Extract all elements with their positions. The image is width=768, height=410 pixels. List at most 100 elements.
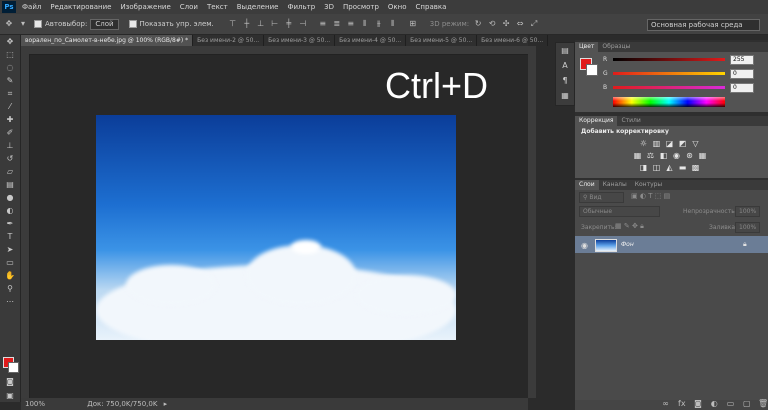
history-panel-icon[interactable]: ▤ bbox=[556, 43, 574, 58]
tab-channels[interactable]: Каналы bbox=[599, 180, 631, 190]
paragraph-panel-icon[interactable]: ¶ bbox=[556, 73, 574, 88]
path-select-tool-icon[interactable]: ➤ bbox=[0, 243, 20, 256]
align-middle-icon[interactable]: ┼ bbox=[242, 20, 252, 28]
vertical-scrollbar[interactable] bbox=[528, 46, 536, 398]
layer-style-icon[interactable]: fx bbox=[677, 400, 687, 408]
blend-mode-select[interactable]: Обычные bbox=[579, 206, 660, 217]
tab-document-3[interactable]: Без имени-3 @ 50... bbox=[264, 35, 336, 46]
menu-3d[interactable]: 3D bbox=[324, 3, 334, 11]
filter-shape-icon[interactable]: ⬚ bbox=[655, 192, 662, 200]
posterize-icon[interactable]: ◫ bbox=[652, 164, 661, 172]
color-spectrum-ramp[interactable] bbox=[613, 97, 725, 107]
3d-pan-icon[interactable]: ✣ bbox=[501, 20, 511, 28]
tab-document-4[interactable]: Без имени-4 @ 50... bbox=[335, 35, 407, 46]
auto-align-icon[interactable]: ⊞ bbox=[408, 20, 418, 28]
menu-window[interactable]: Окно bbox=[388, 3, 407, 11]
tab-adjustments[interactable]: Коррекция bbox=[575, 116, 618, 126]
trash-icon[interactable]: 🗑︎ bbox=[758, 400, 768, 408]
history-brush-tool-icon[interactable]: ↺ bbox=[0, 152, 20, 165]
tab-document-6[interactable]: Без имени-6 @ 50... bbox=[477, 35, 549, 46]
shape-tool-icon[interactable]: ▭ bbox=[0, 256, 20, 269]
channel-b-slider[interactable] bbox=[613, 86, 725, 89]
photo-filter-icon[interactable]: ◉ bbox=[672, 152, 681, 160]
filter-adjust-icon[interactable]: ◐ bbox=[640, 192, 646, 200]
curves-icon[interactable]: ◪ bbox=[665, 140, 674, 148]
channel-b-value[interactable]: 0 bbox=[730, 83, 754, 93]
menu-type[interactable]: Текст bbox=[207, 3, 228, 11]
tab-document-2[interactable]: Без имени-2 @ 50... bbox=[193, 35, 265, 46]
align-center-icon[interactable]: ╪ bbox=[284, 20, 294, 28]
workspace-select[interactable]: Основная рабочая среда bbox=[647, 19, 760, 31]
menu-layers[interactable]: Слои bbox=[180, 3, 198, 11]
properties-panel-icon[interactable]: ▦ bbox=[556, 88, 574, 103]
channel-r-slider[interactable] bbox=[613, 58, 725, 61]
distribute-top-icon[interactable]: ≡ bbox=[318, 20, 328, 28]
new-group-icon[interactable]: ▭ bbox=[726, 400, 736, 408]
color-bg-swatch[interactable] bbox=[586, 64, 598, 76]
align-bottom-icon[interactable]: ⊥ bbox=[256, 20, 266, 28]
3d-roll-icon[interactable]: ⟲ bbox=[487, 20, 497, 28]
eyedropper-tool-icon[interactable]: ⁄ bbox=[0, 100, 20, 113]
new-layer-icon[interactable]: ▢ bbox=[742, 400, 752, 408]
lock-all-icon[interactable]: 🔒︎ bbox=[640, 222, 644, 230]
levels-icon[interactable]: ▥ bbox=[652, 140, 661, 148]
filter-type-icon[interactable]: T bbox=[648, 192, 652, 200]
quick-select-tool-icon[interactable]: ✎ bbox=[0, 74, 20, 87]
distribute-center-icon[interactable]: ⫵ bbox=[374, 20, 384, 28]
stamp-tool-icon[interactable]: ⊥ bbox=[0, 139, 20, 152]
show-controls-checkbox[interactable] bbox=[128, 20, 137, 28]
tab-swatches[interactable]: Образцы bbox=[598, 42, 634, 52]
channel-mixer-icon[interactable]: ⊛ bbox=[685, 152, 694, 160]
filter-pixel-icon[interactable]: ▣ bbox=[631, 192, 638, 200]
black-white-icon[interactable]: ◧ bbox=[659, 152, 668, 160]
layer-name[interactable]: Фон bbox=[621, 241, 634, 248]
move-tool-icon[interactable]: ✥ bbox=[0, 35, 20, 48]
color-balance-icon[interactable]: ⚖ bbox=[646, 152, 655, 160]
character-panel-icon[interactable]: A bbox=[556, 58, 574, 73]
brightness-icon[interactable]: ☼ bbox=[639, 140, 648, 148]
menu-select[interactable]: Выделение bbox=[237, 3, 279, 11]
3d-scale-icon[interactable]: ⤢ bbox=[529, 20, 539, 28]
tab-paths[interactable]: Контуры bbox=[631, 180, 666, 190]
distribute-right-icon[interactable]: ⫴ bbox=[388, 20, 398, 28]
eraser-tool-icon[interactable]: ▱ bbox=[0, 165, 20, 178]
lock-pixels-icon[interactable]: ✎ bbox=[624, 222, 630, 230]
layer-mask-icon[interactable]: ◙ bbox=[693, 400, 703, 408]
quick-mask-icon[interactable]: ◙ bbox=[0, 375, 20, 388]
gradient-tool-icon[interactable]: ▤ bbox=[0, 178, 20, 191]
menu-file[interactable]: Файл bbox=[22, 3, 41, 11]
menu-edit[interactable]: Редактирование bbox=[50, 3, 111, 11]
horizontal-ruler[interactable] bbox=[21, 46, 528, 55]
brush-tool-icon[interactable]: ✐ bbox=[0, 126, 20, 139]
exposure-icon[interactable]: ◩ bbox=[678, 140, 687, 148]
filter-smart-icon[interactable]: ▤ bbox=[664, 192, 671, 200]
autoselect-select[interactable]: Слой bbox=[90, 18, 119, 30]
vibrance-icon[interactable]: ▽ bbox=[691, 140, 700, 148]
channel-r-value[interactable]: 255 bbox=[730, 55, 754, 65]
dodge-tool-icon[interactable]: ◐ bbox=[0, 204, 20, 217]
tab-layers[interactable]: Слои bbox=[575, 180, 599, 190]
hand-tool-icon[interactable]: ✋ bbox=[0, 269, 20, 282]
menu-image[interactable]: Изображение bbox=[120, 3, 170, 11]
lock-position-icon[interactable]: ✥ bbox=[632, 222, 638, 230]
new-adjustment-icon[interactable]: ◐ bbox=[709, 400, 719, 408]
healing-tool-icon[interactable]: ✚ bbox=[0, 113, 20, 126]
status-arrow-icon[interactable]: ▸ bbox=[164, 400, 168, 408]
zoom-level[interactable]: 100% bbox=[25, 400, 45, 408]
selective-color-icon[interactable]: ▩ bbox=[691, 164, 700, 172]
layer-kind-filter[interactable]: ⚲ Вид bbox=[579, 192, 624, 203]
autoselect-checkbox[interactable] bbox=[34, 20, 42, 28]
background-color-swatch[interactable] bbox=[8, 362, 19, 373]
distribute-middle-icon[interactable]: ≣ bbox=[332, 20, 342, 28]
tab-styles[interactable]: Стили bbox=[617, 116, 644, 126]
tab-document-1[interactable]: ворален_по_Самолет-в-небе.jpg @ 100% (RG… bbox=[21, 35, 194, 46]
color-lookup-icon[interactable]: ▦ bbox=[698, 152, 707, 160]
lasso-tool-icon[interactable]: ◌ bbox=[0, 61, 20, 74]
eye-icon[interactable]: ◉ bbox=[581, 241, 588, 250]
chevron-down-icon[interactable]: ▾ bbox=[18, 20, 28, 28]
threshold-icon[interactable]: ◭ bbox=[665, 164, 674, 172]
screen-mode-icon[interactable]: ▣ bbox=[0, 389, 20, 402]
channel-g-slider[interactable] bbox=[613, 72, 725, 75]
document-image[interactable] bbox=[96, 115, 456, 340]
channel-g-value[interactable]: 0 bbox=[730, 69, 754, 79]
